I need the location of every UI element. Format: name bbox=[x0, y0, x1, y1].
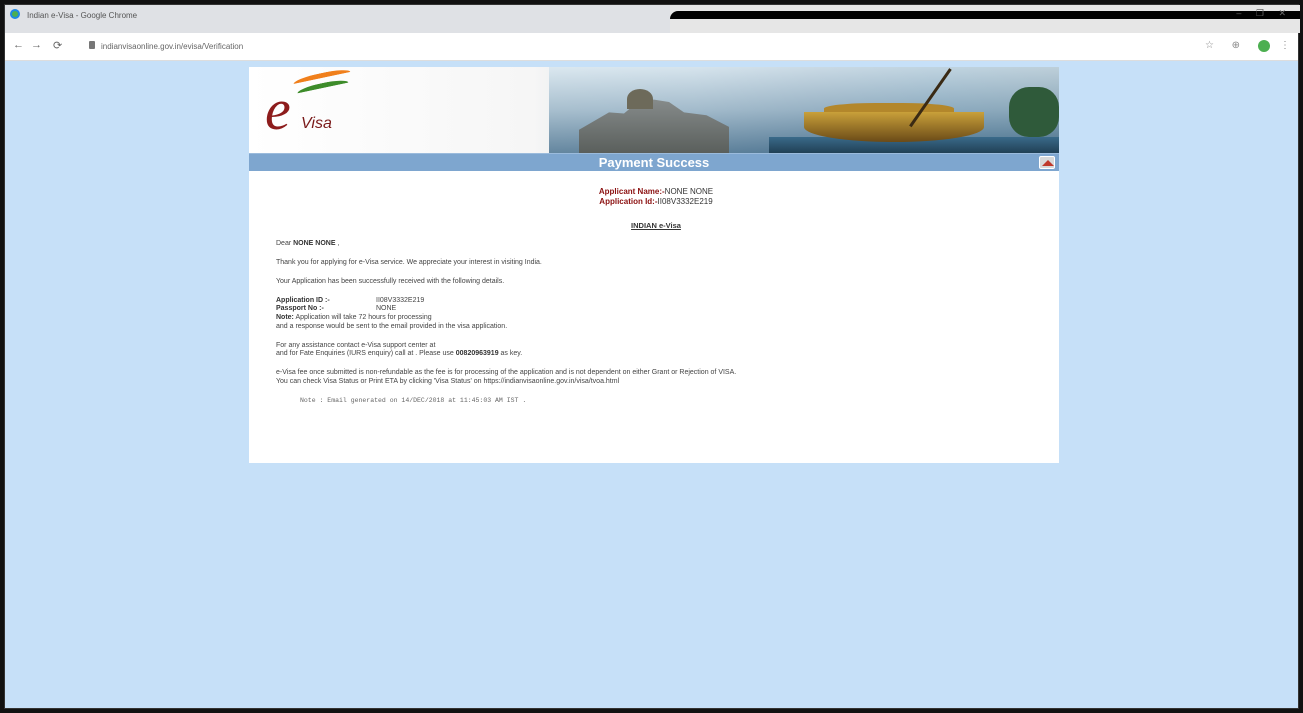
application-id-label: Application Id:- bbox=[599, 197, 658, 206]
detail-row-application-id: Application ID :- II08V3332E219 bbox=[276, 297, 1036, 306]
details-block: Application ID :- II08V3332E219 Passport… bbox=[276, 297, 1036, 332]
fee-notice: e-Visa fee once submitted is non-refunda… bbox=[276, 369, 737, 377]
banner-boat bbox=[804, 112, 984, 142]
application-id-line: Application Id:-II08V3332E219 bbox=[276, 197, 1036, 207]
applicant-name-label: Applicant Name:- bbox=[598, 187, 665, 196]
detail-row-passport: Passport No :- NONE bbox=[276, 305, 1036, 314]
banner-dome bbox=[627, 89, 653, 109]
banner-trees bbox=[1009, 87, 1059, 137]
chrome-icon bbox=[10, 9, 20, 19]
greeting: Dear NONE NONE , bbox=[276, 240, 1036, 249]
evisa-logo-e: e bbox=[265, 77, 291, 142]
title-bar: Indian e-Visa - Google Chrome – ❐ ✕ bbox=[5, 5, 1300, 33]
menu-icon[interactable]: ⋮ bbox=[1280, 40, 1290, 51]
received-paragraph: Your Application has been successfully r… bbox=[276, 277, 505, 285]
assistance-suffix: as key. bbox=[498, 350, 523, 358]
evisa-banner: e Visa bbox=[249, 67, 1059, 153]
processing-note: Note: Application will take 72 hours for… bbox=[276, 314, 1036, 323]
greeting-suffix: , bbox=[335, 240, 340, 248]
reload-icon[interactable]: ⟳ bbox=[53, 39, 62, 52]
greeting-prefix: Dear bbox=[276, 240, 294, 248]
extension-icon[interactable]: ⊕ bbox=[1232, 40, 1240, 51]
status-notice: You can check Visa Status or Print ETA b… bbox=[276, 377, 620, 385]
detail-value: II08V3332E219 bbox=[376, 296, 425, 304]
section-header: Payment Success bbox=[249, 153, 1059, 171]
page-title: Payment Success bbox=[598, 155, 710, 170]
detail-label: Application ID :- bbox=[276, 296, 330, 304]
assistance-key: 00820963919 bbox=[455, 350, 499, 358]
detail-label: Passport No :- bbox=[276, 305, 324, 313]
profile-avatar[interactable] bbox=[1258, 40, 1270, 52]
bookmark-star-icon[interactable]: ☆ bbox=[1205, 40, 1214, 51]
processing-note-line2: and a response would be sent to the emai… bbox=[276, 322, 508, 330]
evisa-logo-word: Visa bbox=[301, 115, 332, 132]
browser-window: Indian e-Visa - Google Chrome – ❐ ✕ ← → … bbox=[4, 4, 1300, 709]
application-id-value: II08V3332E219 bbox=[657, 197, 713, 206]
note-label: Note: bbox=[276, 314, 294, 322]
email-generated-note: Note : Email generated on 14/DEC/2018 at… bbox=[300, 396, 527, 404]
address-bar[interactable]: indianvisaonline.gov.in/evisa/Verificati… bbox=[101, 42, 243, 51]
browser-toolbar: ← → ⟳ indianvisaonline.gov.in/evisa/Veri… bbox=[5, 33, 1298, 61]
thanks-paragraph: Thank you for applying for e-Visa servic… bbox=[276, 259, 542, 267]
tab-strip[interactable] bbox=[670, 5, 1300, 33]
detail-value: NONE bbox=[376, 305, 397, 313]
window-controls[interactable]: – ❐ ✕ bbox=[1236, 8, 1292, 19]
assistance-line1: For any assistance contact e-Visa suppor… bbox=[276, 341, 436, 349]
indian-evisa-heading: INDIAN e-Visa bbox=[631, 221, 681, 230]
note-text: Application will take 72 hours for proce… bbox=[293, 314, 432, 322]
window-title: Indian e-Visa - Google Chrome bbox=[27, 11, 138, 20]
confirmation-message: Applicant Name:-NONE NONE Application Id… bbox=[276, 187, 1036, 405]
applicant-name-line: Applicant Name:-NONE NONE bbox=[276, 187, 1036, 197]
evisa-page: e Visa Payment Success Applicant Name:-N… bbox=[249, 67, 1059, 463]
greeting-name: NONE NONE bbox=[293, 240, 336, 248]
back-icon[interactable]: ← bbox=[13, 39, 24, 51]
forward-icon[interactable]: → bbox=[31, 39, 42, 51]
lock-icon[interactable] bbox=[89, 41, 95, 49]
applicant-name-value: NONE NONE bbox=[664, 187, 714, 196]
assistance-line2: and for Fate Enquiries (IURS enquiry) ca… bbox=[276, 350, 1036, 359]
collapse-icon[interactable] bbox=[1039, 156, 1055, 169]
assistance-prefix: and for Fate Enquiries (IURS enquiry) ca… bbox=[276, 350, 456, 358]
